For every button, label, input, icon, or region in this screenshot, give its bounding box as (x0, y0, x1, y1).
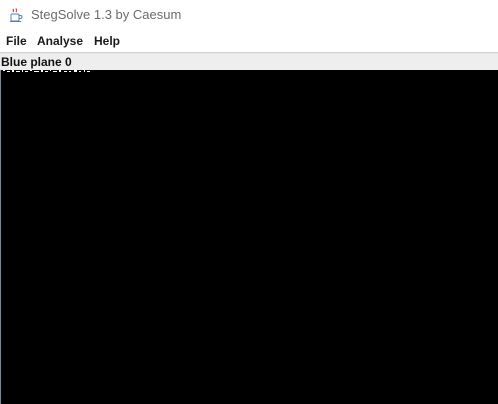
window-title: StegSolve 1.3 by Caesum (31, 7, 182, 22)
plane-header: Blue plane 0 (0, 54, 498, 70)
plane-label: Blue plane 0 (1, 55, 72, 69)
menu-analyse[interactable]: Analyse (37, 34, 83, 48)
menu-bar: File Analyse Help (0, 31, 498, 52)
image-view[interactable] (0, 70, 498, 404)
bit-plane-noise (3, 70, 90, 72)
stegsolve-window: StegSolve 1.3 by Caesum File Analyse Hel… (0, 0, 498, 404)
menu-help[interactable]: Help (94, 34, 120, 48)
menu-file[interactable]: File (6, 34, 27, 48)
java-coffee-cup-icon[interactable] (8, 7, 24, 23)
title-bar[interactable]: StegSolve 1.3 by Caesum (0, 0, 498, 31)
